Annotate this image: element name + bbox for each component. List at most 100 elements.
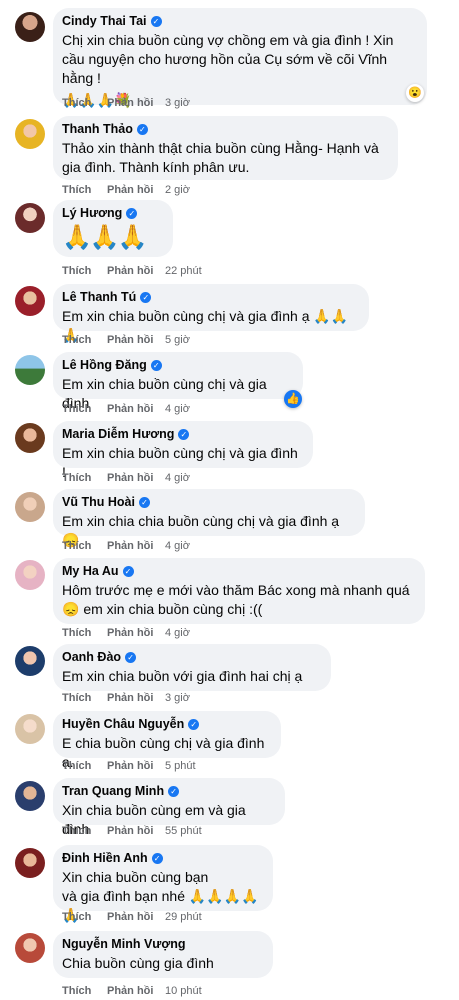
like-button[interactable]: Thích xyxy=(62,985,107,997)
like-button[interactable]: Thích xyxy=(62,184,107,196)
comment-text: Chia buồn cùng gia đình xyxy=(62,955,214,971)
comment-bubble: Tran Quang Minh ✓ Xin chia buồn cùng em v… xyxy=(53,778,285,837)
avatar[interactable] xyxy=(15,423,45,453)
timestamp[interactable]: 55 phút xyxy=(165,825,202,837)
like-button[interactable]: Thích xyxy=(62,97,107,109)
reaction-icon[interactable]: 😮 xyxy=(406,84,424,102)
comment-actions: Thích Phản hồi 10 phút xyxy=(62,985,202,997)
reply-button[interactable]: Phản hồi xyxy=(107,265,165,277)
comment-bubble: Lê Hồng Đăng ✓ Em xin chia buồn cùng chị … xyxy=(53,352,303,411)
verified-icon: ✓ xyxy=(140,291,152,303)
author-name[interactable]: Lý Hương xyxy=(62,206,122,220)
comment-bubble: Maria Diễm Hương ✓ Em xin chia buồn cùng … xyxy=(53,421,313,480)
comment-bubble: Cindy Thai Tai ✓ Chị xin chia buồn cùng v… xyxy=(53,8,427,108)
reply-button[interactable]: Phản hồi xyxy=(107,911,165,923)
avatar[interactable] xyxy=(15,781,45,811)
like-button[interactable]: Thích xyxy=(62,403,107,415)
avatar[interactable] xyxy=(15,286,45,316)
comment-actions: Thích Phản hồi 4 giờ xyxy=(62,403,190,415)
reply-button[interactable]: Phản hồi xyxy=(107,472,165,484)
comment-actions: Thích Phản hồi 5 giờ xyxy=(62,334,190,346)
like-button[interactable]: Thích xyxy=(62,760,107,772)
reply-button[interactable]: Phản hồi xyxy=(107,985,165,997)
like-button[interactable]: Thích xyxy=(62,265,107,277)
timestamp[interactable]: 4 giờ xyxy=(165,540,190,552)
like-reaction-icon[interactable]: 👍 xyxy=(284,390,302,408)
avatar[interactable] xyxy=(15,714,45,744)
like-button[interactable]: Thích xyxy=(62,825,107,837)
timestamp[interactable]: 4 giờ xyxy=(165,403,190,415)
comment-bubble: Vũ Thu Hoài ✓ Em xin chia chia buồn cùng … xyxy=(53,489,365,548)
author-name[interactable]: Maria Diễm Hương xyxy=(62,427,174,441)
timestamp[interactable]: 29 phút xyxy=(165,911,202,923)
reply-button[interactable]: Phản hồi xyxy=(107,760,165,772)
comment-actions: Thích Phản hồi 4 giờ xyxy=(62,540,190,552)
reply-button[interactable]: Phản hồi xyxy=(107,97,165,109)
author-name[interactable]: Lê Hồng Đăng xyxy=(62,358,147,372)
comment-bubble: My Ha Au ✓ Hôm trước mẹ e mới vào thăm Bá… xyxy=(53,558,425,624)
avatar[interactable] xyxy=(15,646,45,676)
comment-bubble: Đinh Hiền Anh ✓ Xin chia buồn cùng bạn và… xyxy=(53,845,273,923)
author-name[interactable]: Tran Quang Minh xyxy=(62,784,164,798)
timestamp[interactable]: 2 giờ xyxy=(165,184,190,196)
timestamp[interactable]: 22 phút xyxy=(165,265,202,277)
reply-button[interactable]: Phản hồi xyxy=(107,825,165,837)
avatar[interactable] xyxy=(15,119,45,149)
verified-icon: ✓ xyxy=(122,565,134,577)
author-name[interactable]: Thanh Thảo xyxy=(62,122,133,136)
like-button[interactable]: Thích xyxy=(62,911,107,923)
avatar[interactable] xyxy=(15,560,45,590)
like-button[interactable]: Thích xyxy=(62,472,107,484)
author-name[interactable]: Lê Thanh Tú xyxy=(62,290,136,304)
comment-actions: Thích Phản hồi 3 giờ xyxy=(62,692,190,704)
like-button[interactable]: Thích xyxy=(62,692,107,704)
author-name[interactable]: Vũ Thu Hoài xyxy=(62,495,135,509)
reply-button[interactable]: Phản hồi xyxy=(107,627,165,639)
comment-actions: Thích Phản hồi 22 phút xyxy=(62,265,202,277)
author-name[interactable]: Đinh Hiền Anh xyxy=(62,851,148,865)
timestamp[interactable]: 5 giờ xyxy=(165,334,190,346)
emoji-text: 😞 xyxy=(62,601,80,617)
reply-button[interactable]: Phản hồi xyxy=(107,403,165,415)
comment-actions: Thích Phản hồi 29 phút xyxy=(62,911,202,923)
emoji-text: 🙏🙏🙏 xyxy=(62,224,148,251)
comment-bubble: Nguyễn Minh Vượng Chia buồn cùng gia đìn… xyxy=(53,931,273,978)
author-name[interactable]: My Ha Au xyxy=(62,564,119,578)
avatar[interactable] xyxy=(15,12,45,42)
verified-icon: ✓ xyxy=(136,123,148,135)
comment-text: Xin chia buồn cùng bạn xyxy=(62,869,209,885)
author-name[interactable]: Cindy Thai Tai xyxy=(62,14,147,28)
timestamp[interactable]: 10 phút xyxy=(165,985,202,997)
author-name[interactable]: Oanh Đào xyxy=(62,650,121,664)
like-button[interactable]: Thích xyxy=(62,334,107,346)
timestamp[interactable]: 3 giờ xyxy=(165,692,190,704)
comment-bubble: Lý Hương ✓ 🙏🙏🙏 xyxy=(53,200,173,257)
comment-actions: Thích Phản hồi 5 phút xyxy=(62,760,196,772)
comment-text-line2: 😞 em xin chia buồn cùng chị :(( xyxy=(62,601,263,617)
comment-actions: Thích Phản hồi 4 giờ xyxy=(62,472,190,484)
author-name[interactable]: Huyền Châu Nguyễn xyxy=(62,717,184,731)
timestamp[interactable]: 4 giờ xyxy=(165,472,190,484)
comment-text: Thảo xin thành thật chia buồn cùng Hằng-… xyxy=(62,140,379,175)
verified-icon: ✓ xyxy=(151,852,163,864)
comment-bubble: Lê Thanh Tú ✓ Em xin chia buồn cùng chị v… xyxy=(53,284,369,343)
comment-bubble: Huyền Châu Nguyễn ✓ E chia buồn cùng chị … xyxy=(53,711,281,770)
reply-button[interactable]: Phản hồi xyxy=(107,334,165,346)
reply-button[interactable]: Phản hồi xyxy=(107,540,165,552)
author-name[interactable]: Nguyễn Minh Vượng xyxy=(62,937,186,951)
timestamp[interactable]: 5 phút xyxy=(165,760,196,772)
like-button[interactable]: Thích xyxy=(62,540,107,552)
reply-button[interactable]: Phản hồi xyxy=(107,184,165,196)
like-button[interactable]: Thích xyxy=(62,627,107,639)
reply-button[interactable]: Phản hồi xyxy=(107,692,165,704)
avatar[interactable] xyxy=(15,848,45,878)
timestamp[interactable]: 4 giờ xyxy=(165,627,190,639)
avatar[interactable] xyxy=(15,203,45,233)
timestamp[interactable]: 3 giờ xyxy=(165,97,190,109)
comment-bubble: Oanh Đào ✓ Em xin chia buồn với gia đình … xyxy=(53,644,331,691)
avatar[interactable] xyxy=(15,492,45,522)
comment-text: Em xin chia buồn với gia đình hai chị ạ xyxy=(62,668,303,684)
avatar[interactable] xyxy=(15,355,45,385)
avatar[interactable] xyxy=(15,933,45,963)
verified-icon: ✓ xyxy=(178,428,190,440)
